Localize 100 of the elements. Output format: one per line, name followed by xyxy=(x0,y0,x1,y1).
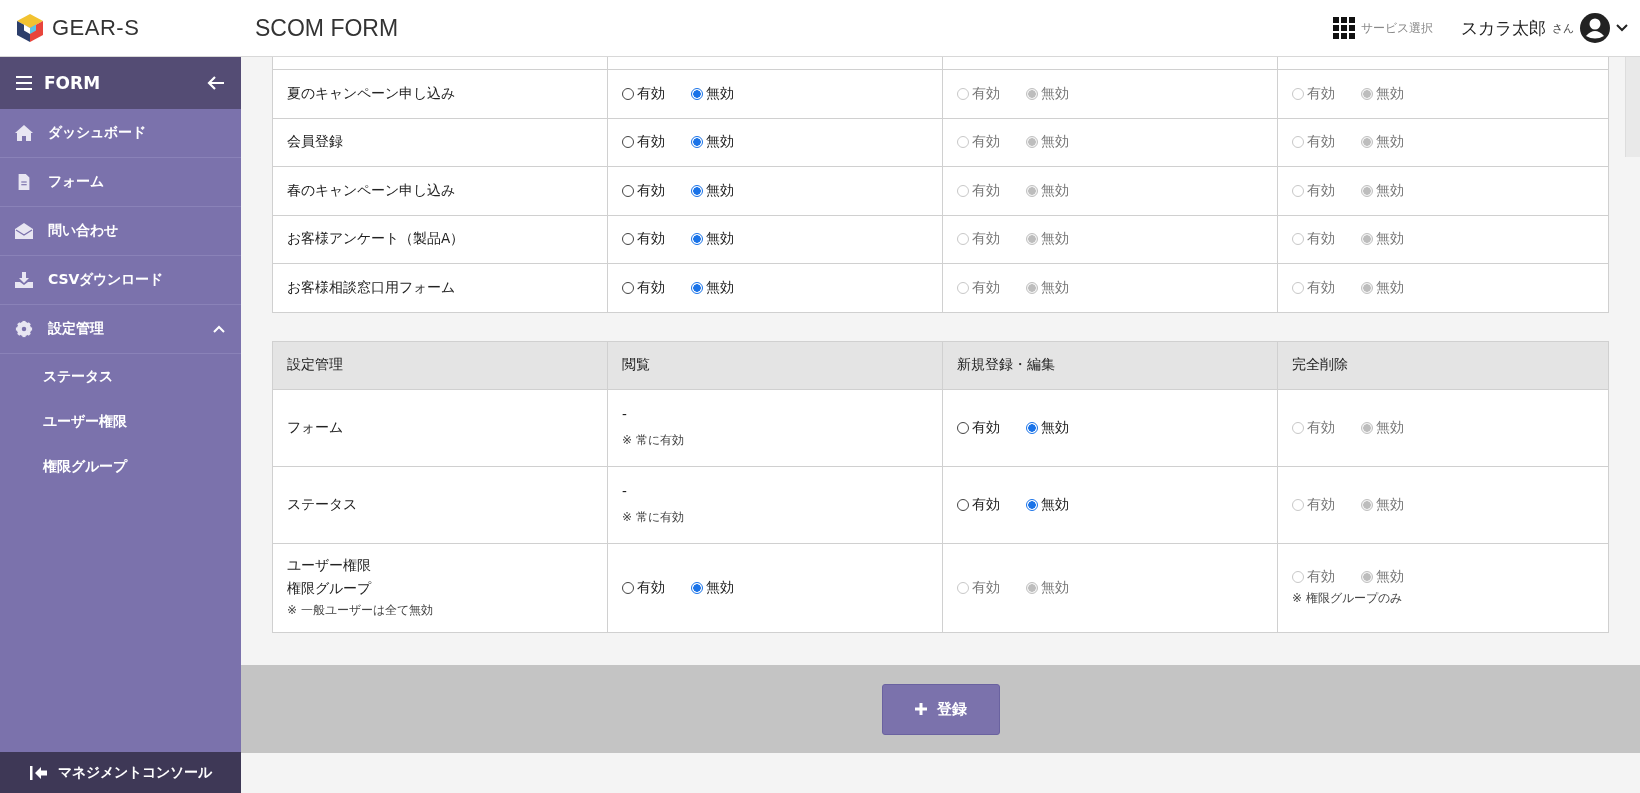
radio-label: 無効 xyxy=(1376,278,1404,297)
radio-label: 有効 xyxy=(1307,568,1335,586)
radio-label: 無効 xyxy=(706,133,734,152)
sidebar-item-label: 問い合わせ xyxy=(48,222,118,240)
radio-label: 有効 xyxy=(972,230,1000,249)
radio-label: 有効 xyxy=(972,84,1000,103)
radio-label: 有効 xyxy=(637,578,665,597)
app-title: SCOM FORM xyxy=(255,14,399,42)
scrollbar[interactable] xyxy=(1625,57,1640,157)
sidebar-item[interactable]: 設定管理 xyxy=(0,305,241,354)
radio-button[interactable] xyxy=(622,281,634,294)
sidebar-subitem[interactable]: ユーザー権限 xyxy=(0,399,241,444)
radio-label: 無効 xyxy=(706,278,734,297)
radio-button[interactable] xyxy=(1026,421,1038,434)
radio-button[interactable] xyxy=(957,498,969,511)
sidebar-item-label: CSVダウンロード xyxy=(48,271,164,289)
radio-button[interactable] xyxy=(691,184,703,197)
radio-label: 無効 xyxy=(706,578,734,597)
setting-name: ユーザー権限 xyxy=(287,556,371,575)
radio-label: 有効 xyxy=(972,181,1000,200)
radio-label: 無効 xyxy=(1041,133,1069,152)
column-header: 新規登録・編集 xyxy=(957,356,1055,374)
radio-label: 無効 xyxy=(1041,181,1069,200)
register-button[interactable]: 登録 xyxy=(881,683,1000,735)
setting-name: 権限グループ xyxy=(287,579,371,598)
grid-menu-icon[interactable] xyxy=(1333,17,1355,39)
radio-label: 有効 xyxy=(1307,230,1335,249)
radio-label: 有効 xyxy=(972,418,1000,437)
radio-button[interactable] xyxy=(691,136,703,149)
radio-button[interactable] xyxy=(691,581,703,594)
cell-text: - xyxy=(622,406,627,422)
radio-button[interactable] xyxy=(622,581,634,594)
radio-button[interactable] xyxy=(622,233,634,246)
radio-label: 有効 xyxy=(637,133,665,152)
radio-label: 有効 xyxy=(972,578,1000,597)
radio-label: 有効 xyxy=(972,133,1000,152)
radio-button[interactable] xyxy=(957,421,969,434)
radio-label: 無効 xyxy=(1041,495,1069,514)
menu-icon[interactable] xyxy=(16,76,32,90)
sidebar-title: FORM xyxy=(44,73,101,93)
service-select-link[interactable]: サービス選択 xyxy=(1361,19,1433,37)
sidebar-subitem[interactable]: 権限グループ xyxy=(0,444,241,489)
column-header: 設定管理 xyxy=(287,356,343,374)
exit-arrow-icon xyxy=(29,765,48,780)
form-name: 夏のキャンペーン申し込み xyxy=(287,84,455,103)
radio-label: 有効 xyxy=(1307,278,1335,297)
sidebar-item-label: 設定管理 xyxy=(48,320,104,338)
radio-button[interactable] xyxy=(622,87,634,100)
radio-button[interactable] xyxy=(691,233,703,246)
management-console-link[interactable]: マネジメントコンソール xyxy=(0,752,241,793)
radio-button[interactable] xyxy=(622,184,634,197)
envelope-icon xyxy=(14,222,34,240)
radio-button[interactable] xyxy=(1026,498,1038,511)
radio-label: 無効 xyxy=(1376,418,1404,437)
radio-label: 無効 xyxy=(706,84,734,103)
form-name: 会員登録 xyxy=(287,133,343,152)
radio-label: 有効 xyxy=(637,230,665,249)
cell-text: - xyxy=(622,483,627,499)
radio-label: 無効 xyxy=(1376,84,1404,103)
setting-name: ステータス xyxy=(287,495,357,514)
radio-label: 無効 xyxy=(706,230,734,249)
radio-label: 有効 xyxy=(1307,418,1335,437)
radio-label: 無効 xyxy=(1376,181,1404,200)
sidebar-item-label: ダッシュボード xyxy=(48,124,146,142)
arrow-left-icon[interactable] xyxy=(207,75,225,91)
plus-icon xyxy=(914,703,927,715)
user-honorific: さん xyxy=(1552,20,1574,36)
download-icon xyxy=(14,271,34,289)
column-header: 閲覧 xyxy=(622,356,650,374)
note-text: ※ 常に有効 xyxy=(622,509,684,526)
radio-button[interactable] xyxy=(691,87,703,100)
chevron-up-icon[interactable] xyxy=(213,325,225,333)
radio-button[interactable] xyxy=(622,136,634,149)
radio-label: 有効 xyxy=(637,84,665,103)
form-name: お客様アンケート（製品A） xyxy=(287,230,465,249)
radio-label: 有効 xyxy=(1307,133,1335,152)
sidebar-item[interactable]: 問い合わせ xyxy=(0,207,241,256)
form-name: 春のキャンペーン申し込み xyxy=(287,181,455,200)
radio-label: 有効 xyxy=(1307,495,1335,514)
radio-button[interactable] xyxy=(691,281,703,294)
sidebar-subitem[interactable]: ステータス xyxy=(0,354,241,399)
user-avatar-icon[interactable] xyxy=(1580,13,1610,43)
radio-label: 無効 xyxy=(1376,133,1404,152)
radio-label: 無効 xyxy=(1376,495,1404,514)
radio-label: 無効 xyxy=(706,181,734,200)
radio-label: 有効 xyxy=(1307,84,1335,103)
sidebar-item-label: フォーム xyxy=(48,173,104,191)
cube-logo-icon xyxy=(14,12,46,44)
radio-label: 無効 xyxy=(1376,230,1404,249)
setting-name: フォーム xyxy=(287,418,343,437)
note-text: ※ 一般ユーザーは全て無効 xyxy=(287,601,433,619)
note-text: ※ 常に有効 xyxy=(622,432,684,449)
user-name: スカラ太郎 xyxy=(1461,16,1546,40)
chevron-down-icon[interactable] xyxy=(1616,24,1628,32)
column-header: 完全削除 xyxy=(1292,356,1348,374)
home-icon xyxy=(14,124,34,142)
brand-name: GEAR-S xyxy=(52,15,140,41)
radio-label: 無効 xyxy=(1041,230,1069,249)
radio-label: 有効 xyxy=(637,181,665,200)
settings-icon xyxy=(14,320,34,338)
